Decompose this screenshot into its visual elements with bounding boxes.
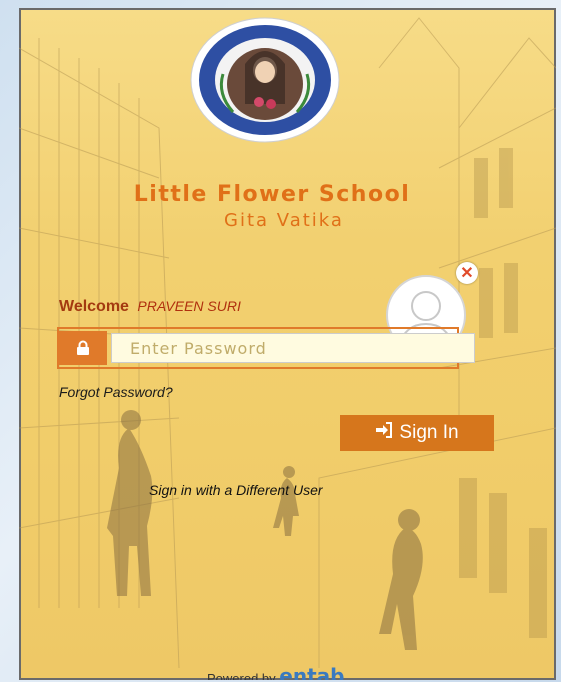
sign-in-icon [375,422,393,444]
school-emblem-icon [190,17,340,143]
username-label: PRAVEEN SURI [137,298,241,314]
different-user-link[interactable]: Sign in with a Different User [149,482,323,498]
powered-by: Powered by entab [207,664,344,680]
brand-logo: entab [279,664,345,680]
powered-label: Powered by [207,671,276,680]
login-card: Little Flower School Gita Vatika Welcome… [19,8,556,680]
lock-icon-box [59,331,107,365]
remove-user-button[interactable]: ✕ [456,262,478,284]
forgot-password-link[interactable]: Forgot Password? [59,384,173,400]
school-name: Little Flower School [133,182,411,207]
welcome-label: Welcome [59,298,129,315]
school-logo [187,14,343,146]
close-icon: ✕ [460,265,474,282]
sign-in-button[interactable]: Sign In [340,415,494,451]
lock-icon [77,340,89,355]
password-input[interactable] [111,333,475,363]
welcome-message: Welcome PRAVEEN SURI [59,298,241,316]
sign-in-label: Sign In [399,422,459,443]
school-branch: Gita Vatika [224,210,344,231]
password-field-group [57,327,475,369]
